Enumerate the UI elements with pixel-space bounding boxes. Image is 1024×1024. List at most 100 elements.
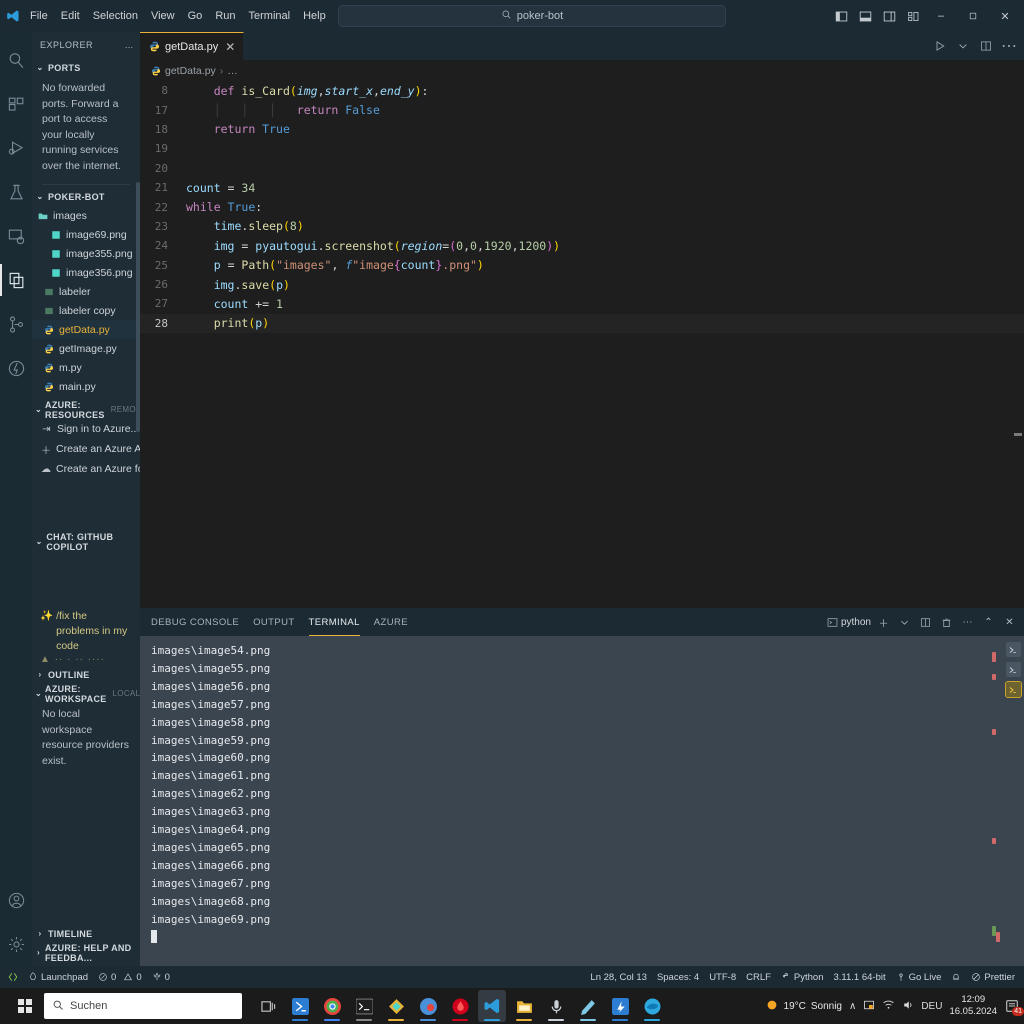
taskbar-app-notes[interactable] xyxy=(574,990,602,1022)
chevron-up-icon[interactable]: ∧ xyxy=(849,1001,856,1012)
tray-clock[interactable]: 12:09 16.05.2024 xyxy=(949,994,997,1018)
status-go-live[interactable]: Go Live xyxy=(891,966,947,988)
activity-item-accounts[interactable] xyxy=(0,878,32,922)
menu-help[interactable]: Help xyxy=(301,8,328,24)
activity-item-extensions[interactable] xyxy=(0,82,32,126)
wifi-icon[interactable] xyxy=(882,998,895,1014)
taskbar-app-chrome-profile[interactable] xyxy=(414,990,442,1022)
file-tree-item-image356[interactable]: image356.png xyxy=(32,263,140,282)
active-terminal-shell[interactable]: python xyxy=(827,617,871,628)
section-outline[interactable]: › OUTLINE xyxy=(32,665,140,684)
section-copilot-chat[interactable]: ⌄ CHAT: GITHUB COPILOT xyxy=(32,532,140,552)
file-tree-item-image69[interactable]: image69.png xyxy=(32,225,140,244)
file-tree-item-main-py[interactable]: main.py xyxy=(32,377,140,396)
status-problems[interactable]: 0 0 xyxy=(93,966,147,988)
panel-more-actions-button[interactable]: ⋯ xyxy=(959,612,976,632)
terminal-tab-powershell-2[interactable] xyxy=(1005,662,1021,677)
panel-tab-debug-console[interactable]: DEBUG CONSOLE xyxy=(151,608,239,636)
command-search-input[interactable]: poker-bot xyxy=(338,5,726,27)
section-ports[interactable]: ⌄ PORTS xyxy=(32,58,140,77)
section-poker-bot[interactable]: ⌄ POKER-BOT xyxy=(32,187,140,206)
azure-create-account-item[interactable]: ＋ Create an Azure Ac... xyxy=(32,439,140,459)
code-line[interactable]: 21 count = 34 xyxy=(140,178,1024,197)
section-timeline[interactable]: › TIMELINE xyxy=(32,924,140,943)
taskbar-app-edge[interactable] xyxy=(638,990,666,1022)
tray-language[interactable]: DEU xyxy=(921,1001,942,1012)
menu-go[interactable]: Go xyxy=(186,8,205,24)
status-python-interpreter[interactable]: 3.11.1 64-bit xyxy=(829,966,891,988)
status-launchpad[interactable]: Launchpad xyxy=(23,966,93,988)
breadcrumb[interactable]: getData.py › … xyxy=(140,60,1024,81)
menu-view[interactable]: View xyxy=(149,8,177,24)
taskbar-app-azure[interactable] xyxy=(606,990,634,1022)
menu-file[interactable]: File xyxy=(28,8,50,24)
status-cursor-position[interactable]: Ln 28, Col 13 xyxy=(585,966,652,988)
copilot-suggestion[interactable]: ✨ /fix the problems in my code xyxy=(32,605,140,654)
taskbar-task-view-icon[interactable] xyxy=(254,990,282,1022)
sidebar-more-actions-icon[interactable]: … xyxy=(125,40,135,50)
file-tree-item-m-py[interactable]: m.py xyxy=(32,358,140,377)
menu-terminal[interactable]: Terminal xyxy=(247,8,293,24)
section-azure-help[interactable]: › AZURE: HELP AND FEEDBA... xyxy=(32,943,140,963)
file-tree-item-image355[interactable]: image355.png xyxy=(32,244,140,263)
activity-item-testing[interactable] xyxy=(0,170,32,214)
code-line[interactable]: 22 while True: xyxy=(140,197,1024,216)
file-tree-item-labeler[interactable]: labeler xyxy=(32,282,140,301)
status-remote-indicator[interactable] xyxy=(4,966,23,988)
onedrive-icon[interactable] xyxy=(863,999,875,1014)
code-line[interactable]: 20 xyxy=(140,159,1024,178)
terminal-tab-python-terminal[interactable] xyxy=(1004,681,1022,698)
new-terminal-button[interactable]: ＋ xyxy=(875,612,892,632)
status-notifications[interactable] xyxy=(946,966,966,988)
azure-create-for-students-item[interactable]: ☁ Create an Azure for... xyxy=(32,459,140,479)
file-tree-item-labeler-copy[interactable]: labeler copy xyxy=(32,301,140,320)
activity-item-manage-settings[interactable] xyxy=(0,922,32,966)
code-line[interactable]: 19 xyxy=(140,139,1024,158)
taskbar-app-file-explorer[interactable] xyxy=(510,990,538,1022)
toggle-secondary-sidebar-icon[interactable] xyxy=(878,4,900,28)
code-line[interactable]: 24 img = pyautogui.screenshot(region=(0,… xyxy=(140,236,1024,255)
close-icon[interactable]: ✕ xyxy=(225,40,235,54)
taskbar-app-command-prompt[interactable] xyxy=(350,990,378,1022)
run-python-file-button[interactable] xyxy=(929,35,951,57)
window-restore-button[interactable] xyxy=(958,0,988,32)
window-minimize-button[interactable]: – xyxy=(926,0,956,32)
volume-icon[interactable] xyxy=(902,999,914,1014)
notification-center-button[interactable]: 41 xyxy=(1004,998,1024,1016)
status-encoding[interactable]: UTF-8 xyxy=(704,966,741,988)
breadcrumb-file[interactable]: getData.py xyxy=(165,65,216,77)
split-editor-button[interactable] xyxy=(975,35,997,57)
activity-item-search[interactable] xyxy=(0,38,32,82)
activity-item-azure[interactable] xyxy=(0,346,32,390)
tray-weather[interactable]: 19°C Sonnig xyxy=(765,998,842,1015)
chevron-down-icon[interactable] xyxy=(896,612,913,632)
terminal-scrollbar[interactable] xyxy=(988,636,1002,966)
code-line[interactable]: 17 │ │ │ return False xyxy=(140,100,1024,119)
status-ports[interactable]: 0 xyxy=(147,966,175,988)
panel-tab-azure[interactable]: AZURE xyxy=(374,608,408,636)
code-line[interactable]: 25 p = Path("images", f"image{count}.png… xyxy=(140,256,1024,275)
panel-tab-output[interactable]: OUTPUT xyxy=(253,608,294,636)
more-actions-button[interactable]: ⋯ xyxy=(998,35,1020,57)
azure-sign-in-item[interactable]: ⇥ Sign in to Azure... xyxy=(32,419,140,439)
menu-bar[interactable]: File Edit Selection View Go Run Terminal… xyxy=(26,8,328,24)
menu-selection[interactable]: Selection xyxy=(91,8,140,24)
maximize-panel-button[interactable]: ⌃ xyxy=(980,612,997,632)
status-language-mode[interactable]: Python xyxy=(776,966,829,988)
toggle-panel-icon[interactable] xyxy=(854,4,876,28)
panel-tab-terminal[interactable]: TERMINAL xyxy=(309,608,360,636)
close-panel-button[interactable]: ✕ xyxy=(1001,612,1018,632)
taskbar-app-powershell[interactable] xyxy=(286,990,314,1022)
status-eol[interactable]: CRLF xyxy=(741,966,776,988)
taskbar-app-file-manager[interactable] xyxy=(382,990,410,1022)
breadcrumb-rest[interactable]: … xyxy=(227,65,238,77)
taskbar-app-vs-code[interactable] xyxy=(478,990,506,1022)
code-line[interactable]: 8 def is_Card(img,start_x,end_y): xyxy=(140,81,1024,100)
menu-edit[interactable]: Edit xyxy=(59,8,82,24)
chevron-down-icon[interactable] xyxy=(952,35,974,57)
split-terminal-button[interactable] xyxy=(917,612,934,632)
file-tree-item-images[interactable]: images xyxy=(32,206,140,225)
code-line[interactable]: 27 count += 1 xyxy=(140,294,1024,313)
section-azure-resources[interactable]: ⌄ AZURE: RESOURCES Remo... xyxy=(32,400,140,420)
editor-tab-getdata-py[interactable]: getData.py ✕ xyxy=(140,32,245,60)
